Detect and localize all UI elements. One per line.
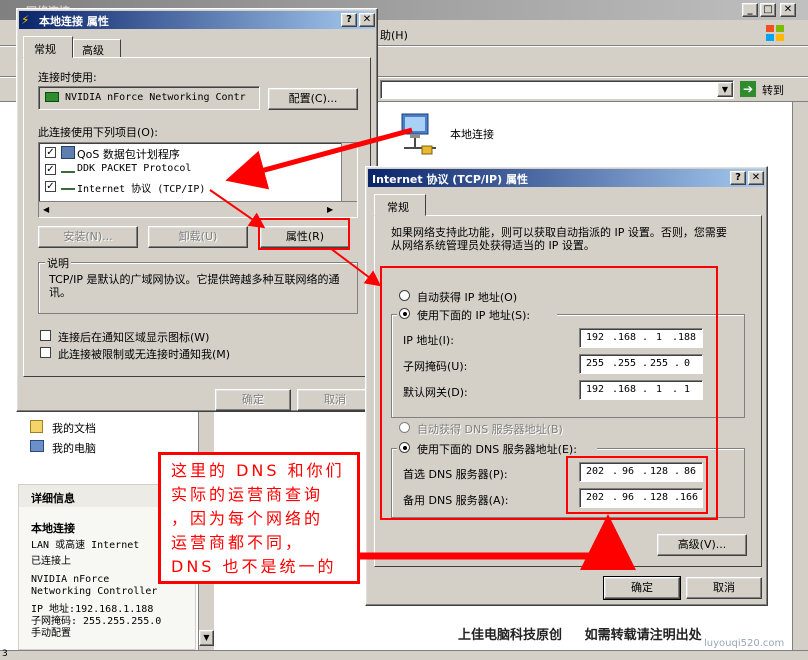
- tab-general[interactable]: 常规: [23, 36, 73, 58]
- tab-general-label: 常规: [34, 43, 56, 56]
- callout-line: ，因为每个网络的: [171, 509, 324, 528]
- arrow-to-ip-group: [329, 247, 382, 287]
- callout-line: 运营商都不同，: [171, 533, 305, 552]
- tcpip-tab-label: 常规: [387, 201, 409, 214]
- arrow-to-properties-button: [209, 189, 266, 229]
- callout-line: DNS 也不是统一的: [171, 557, 337, 576]
- watermark-text: 上佳电脑科技原创 如需转载请注明出处: [458, 628, 702, 643]
- callout-line: 实际的运营商查询: [171, 485, 324, 504]
- callout-line: 这里的 DNS 和你们: [171, 461, 345, 480]
- arrow-to-dns-values: [360, 514, 636, 570]
- dns-callout-box: 这里的 DNS 和你们 实际的运营商查询 ，因为每个网络的 运营商都不同， DN…: [158, 452, 360, 584]
- site-watermark: luyouqi520.com: [704, 638, 785, 649]
- arrow-to-tcpip-item: [225, 127, 413, 190]
- callout-text: 这里的 DNS 和你们 实际的运营商查询 ，因为每个网络的 运营商都不同， DN…: [171, 459, 357, 579]
- tcpip-tab-general[interactable]: 常规: [374, 194, 426, 216]
- annotation-arrows: [209, 127, 636, 570]
